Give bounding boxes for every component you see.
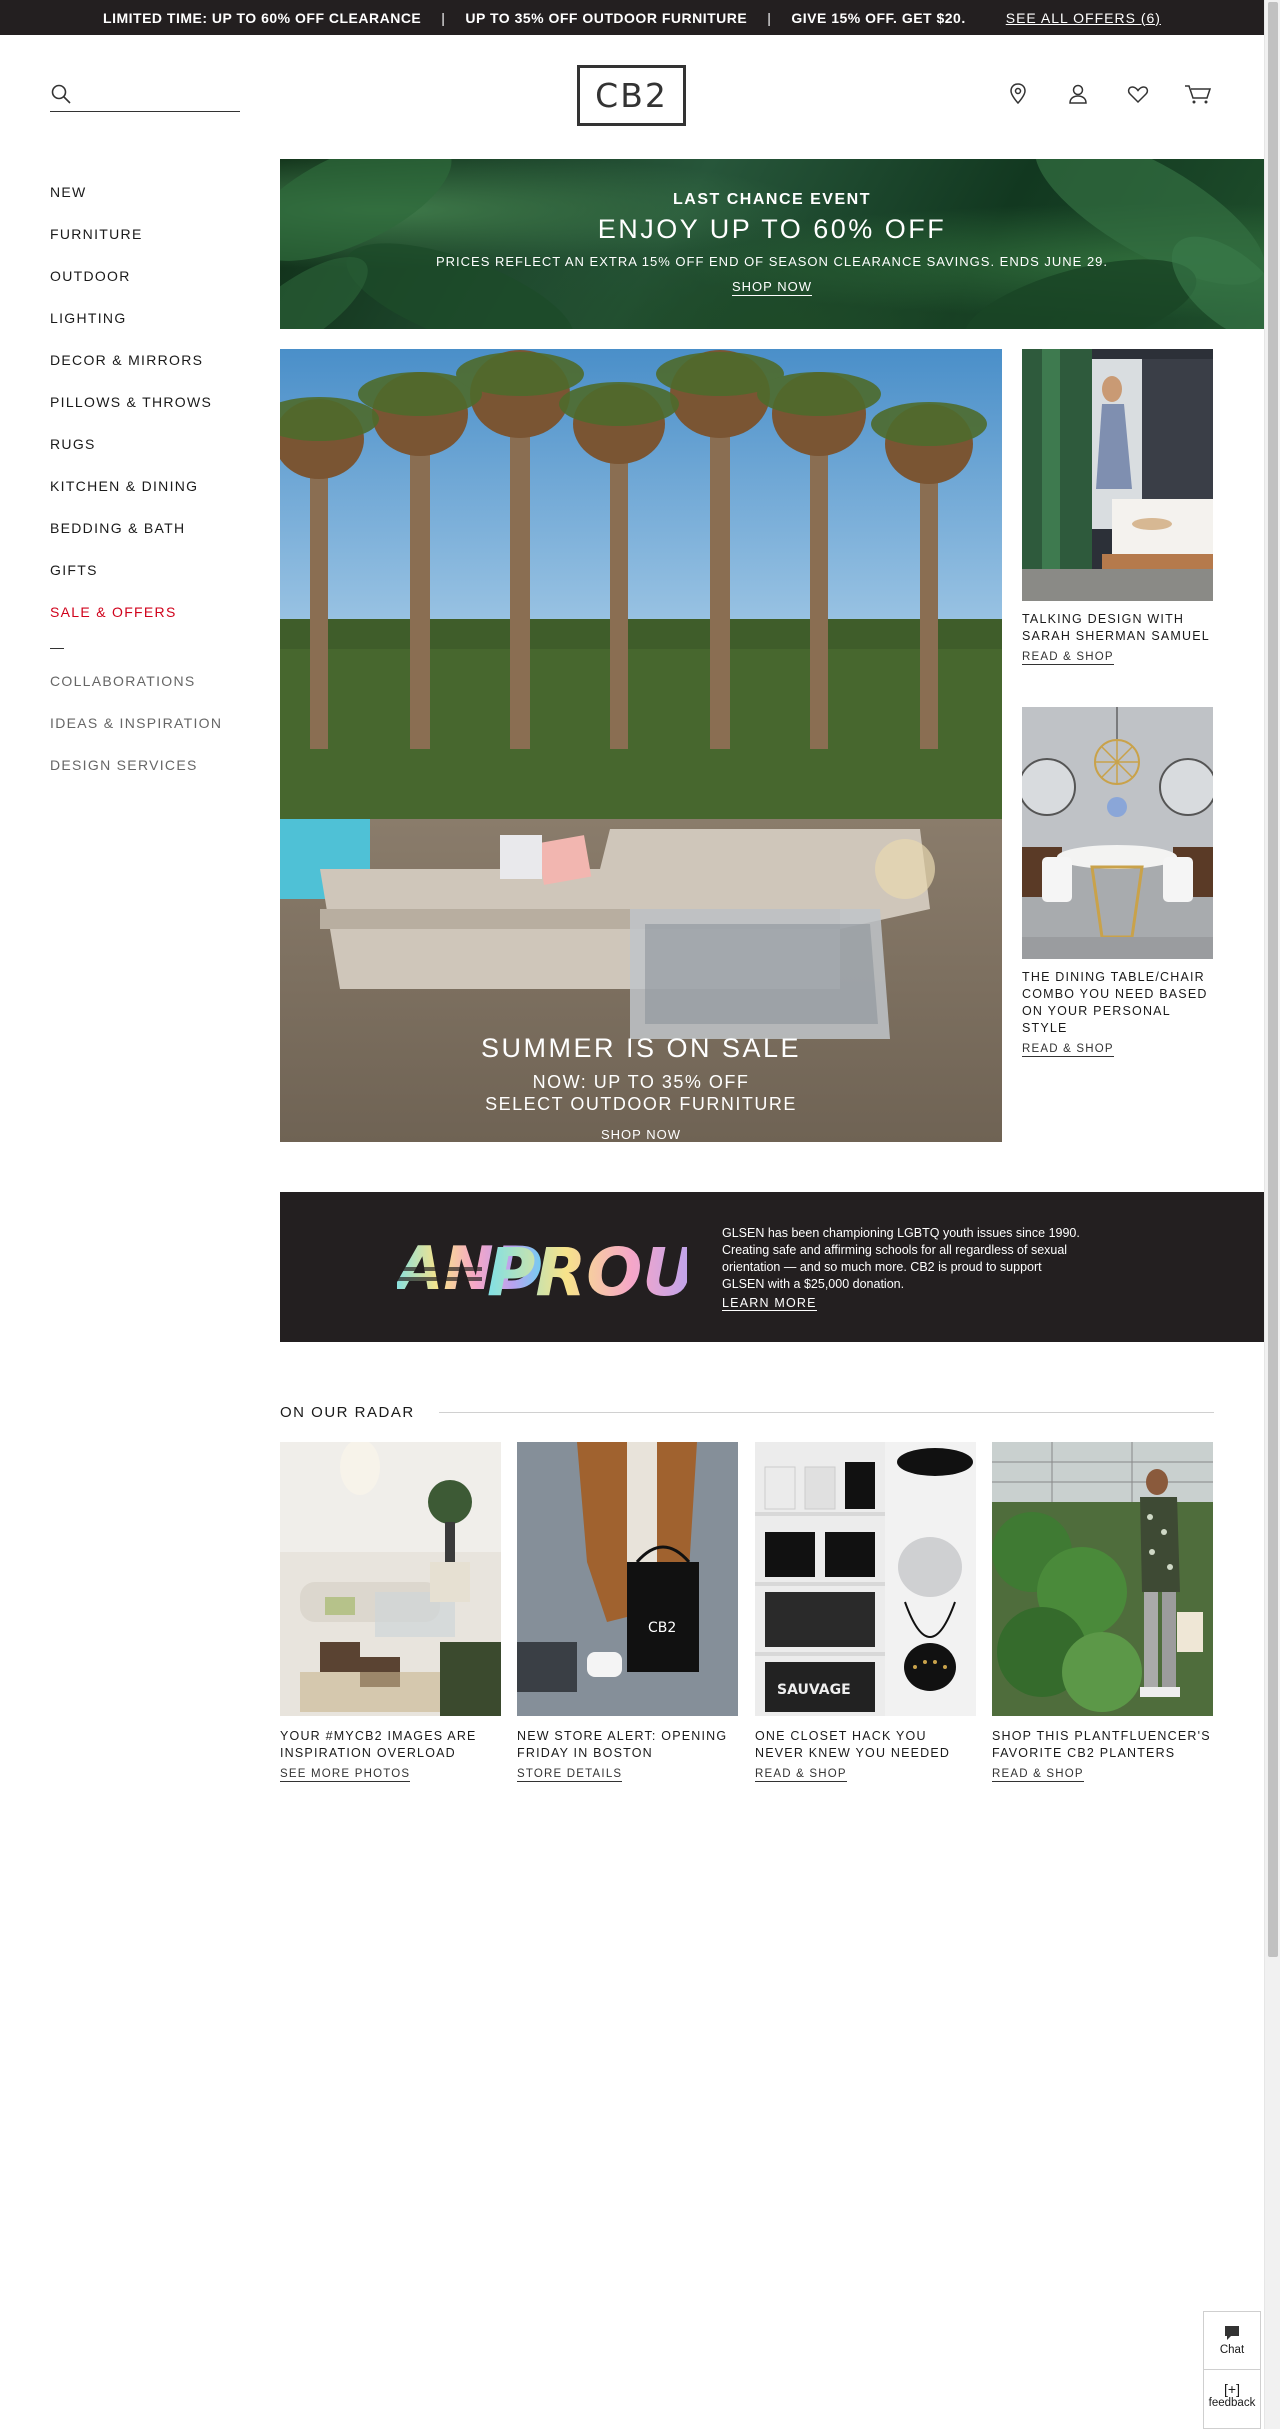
article-image-dining[interactable] [1022,707,1213,959]
nav-item-kitchen-dining[interactable]: KITCHEN & DINING [50,474,250,516]
nav-item-sale-offers[interactable]: SALE & OFFERS [50,600,250,642]
nav-item-pillows-throws[interactable]: PILLOWS & THROWS [50,390,250,432]
promo-separator: | [441,9,446,26]
hero-subline-1: NOW: UP TO 35% OFF [532,1072,750,1092]
read-shop-link[interactable]: READ & SHOP [1022,651,1114,665]
chat-label: Chat [1219,2344,1245,2356]
radar-image-closet-hack[interactable]: SAUVAGE [755,1442,976,1716]
nav-item-ideas-inspiration[interactable]: IDEAS & INSPIRATION [50,711,250,753]
account-icon[interactable] [1064,80,1092,108]
and-proud-logo: AND PROUD [397,1234,687,1307]
article-card[interactable]: THE DINING TABLE/CHAIR COMBO YOU NEED BA… [1022,707,1213,1057]
radar-card[interactable]: SHOP THIS PLANTFLUENCER'S FAVORITE CB2 P… [992,1442,1213,1782]
box-label-text: SAUVAGE [777,1682,851,1698]
hero-headline: SUMMER IS ON SALE [480,1033,802,1063]
radar-card-title: YOUR #MYCB2 IMAGES ARE INSPIRATION OVERL… [280,1729,477,1760]
search-box[interactable] [50,82,240,112]
hero-subline-2: SELECT OUTDOOR FURNITURE [485,1094,797,1114]
and-proud-banner[interactable]: AND PROUD GLSEN has been championing LGB… [280,1192,1264,1342]
banner-shop-now-link[interactable]: SHOP NOW [732,279,812,296]
nav-item-design-services[interactable]: DESIGN SERVICES [50,753,250,795]
radar-card-title: NEW STORE ALERT: OPENING FRIDAY IN BOSTO… [517,1729,728,1760]
search-icon[interactable] [50,83,72,110]
hero-shop-now-link[interactable]: SHOP NOW [601,1127,681,1142]
read-shop-link[interactable]: READ & SHOP [992,1768,1084,1782]
banner-headline: ENJOY UP TO 60% OFF [597,214,947,244]
see-all-offers-link[interactable]: SEE ALL OFFERS (6) [1006,10,1161,26]
scrollbar-thumb[interactable] [1268,2,1278,1957]
sidebar-nav: NEW FURNITURE OUTDOOR LIGHTING DECOR & M… [50,180,250,795]
section-divider [438,1411,1214,1413]
radar-image-mycb2[interactable] [280,1442,501,1716]
feedback-button[interactable]: [+] feedback [1204,2370,1260,2429]
article-title: TALKING DESIGN WITH SARAH SHERMAN SAMUEL [1022,612,1210,643]
radar-card-title: ONE CLOSET HACK YOU NEVER KNEW YOU NEEDE… [755,1729,951,1760]
article-card[interactable]: TALKING DESIGN WITH SARAH SHERMAN SAMUEL… [1022,349,1213,665]
chat-bubble-icon [1223,2326,1241,2344]
article-title: THE DINING TABLE/CHAIR COMBO YOU NEED BA… [1022,970,1208,1035]
bag-logo-text: CB2 [648,1620,676,1636]
feedback-plus-icon: [+] [1224,2381,1240,2397]
nav-item-rugs[interactable]: RUGS [50,432,250,474]
nav-item-outdoor[interactable]: OUTDOOR [50,264,250,306]
nav-item-decor-mirrors[interactable]: DECOR & MIRRORS [50,348,250,390]
banner-fine-print: PRICES REFLECT AN EXTRA 15% OFF END OF S… [435,254,1109,269]
nav-item-furniture[interactable]: FURNITURE [50,222,250,264]
feedback-label: feedback [1208,2397,1256,2409]
heart-icon[interactable] [1124,80,1152,108]
promo-bar: LIMITED TIME: UP TO 60% OFF CLEARANCE | … [0,0,1264,35]
search-input[interactable] [80,88,230,105]
promo-clearance[interactable]: LIMITED TIME: UP TO 60% OFF CLEARANCE [103,10,421,26]
radar-card[interactable]: CB2 NEW STORE ALERT: OPENING FRIDAY IN B… [517,1442,738,1782]
nav-item-lighting[interactable]: LIGHTING [50,306,250,348]
page-scrollbar[interactable] [1264,0,1280,2429]
learn-more-link[interactable]: LEARN MORE [722,1296,817,1311]
cart-icon[interactable] [1184,80,1212,108]
glsen-description: GLSEN has been championing LGBTQ youth i… [722,1226,1080,1291]
promo-outdoor[interactable]: UP TO 35% OFF OUTDOOR FURNITURE [465,10,747,26]
article-image-sarah-sherman[interactable] [1022,349,1213,601]
nav-divider [50,648,64,649]
section-title: ON OUR RADAR [280,1403,415,1421]
clearance-banner[interactable]: LAST CHANCE EVENT ENJOY UP TO 60% OFF PR… [280,159,1264,329]
promo-separator: | [767,9,772,26]
on-our-radar-heading: ON OUR RADAR [280,1400,1214,1424]
see-more-photos-link[interactable]: SEE MORE PHOTOS [280,1768,411,1782]
read-shop-link[interactable]: READ & SHOP [1022,1043,1114,1057]
radar-card[interactable]: YOUR #MYCB2 IMAGES ARE INSPIRATION OVERL… [280,1442,501,1782]
and-proud-logo-text-proud: PROUD [487,1234,687,1307]
header-utility-icons [1004,80,1212,108]
radar-card[interactable]: SAUVAGE ONE CLOSET HACK YOU NEVER KNEW Y… [755,1442,976,1782]
promo-referral[interactable]: GIVE 15% OFF. GET $20. [791,10,965,26]
nav-item-gifts[interactable]: GIFTS [50,558,250,600]
nav-item-new[interactable]: NEW [50,180,250,222]
location-pin-icon[interactable] [1004,80,1032,108]
radar-image-boston-store[interactable]: CB2 [517,1442,738,1716]
nav-item-bedding-bath[interactable]: BEDDING & BATH [50,516,250,558]
nav-item-collaborations[interactable]: COLLABORATIONS [50,669,250,711]
cb2-logo[interactable]: CB2 [577,65,686,126]
radar-image-plantfluencer[interactable] [992,1442,1213,1716]
chat-feedback-widget: Chat [+] feedback [1203,2311,1261,2429]
summer-sale-hero[interactable]: SUMMER IS ON SALE NOW: UP TO 35% OFF SEL… [280,349,1002,1142]
radar-card-title: SHOP THIS PLANTFLUENCER'S FAVORITE CB2 P… [992,1729,1211,1760]
hero-image [280,349,1002,1142]
banner-eyebrow: LAST CHANCE EVENT [673,191,871,208]
chat-button[interactable]: Chat [1204,2312,1260,2370]
store-details-link[interactable]: STORE DETAILS [517,1768,623,1782]
read-shop-link[interactable]: READ & SHOP [755,1768,847,1782]
